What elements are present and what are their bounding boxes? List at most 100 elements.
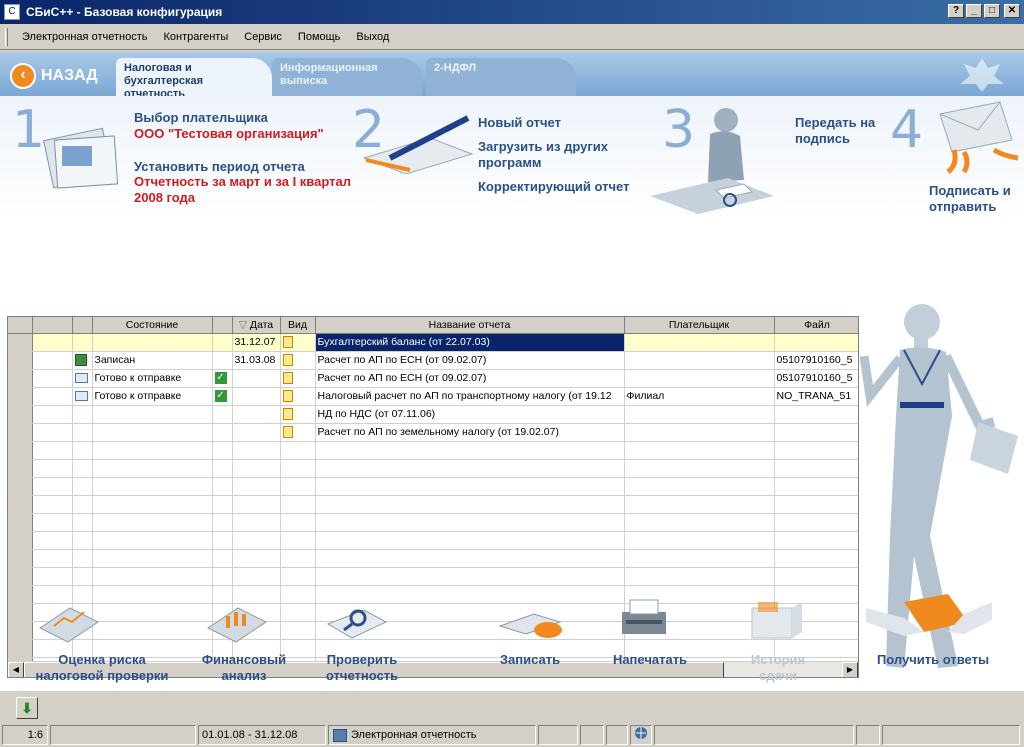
- maximize-button[interactable]: □: [984, 4, 1000, 18]
- tab-tax-accounting[interactable]: Налоговая и бухгалтерская отчетность: [116, 58, 272, 100]
- table-row[interactable]: НД по НДС (от 07.11.06): [8, 405, 858, 424]
- cell-empty: [624, 459, 775, 478]
- send-for-signature-link[interactable]: Передать на подпись: [795, 115, 885, 147]
- col-header-blank1[interactable]: [32, 317, 73, 334]
- col-header-flag[interactable]: [212, 317, 233, 334]
- row-selector[interactable]: [8, 567, 33, 586]
- risk-assessment-button[interactable]: Оценка риска налоговой проверки: [30, 652, 174, 684]
- table-row[interactable]: 31.12.07 Бухгалтерский баланс (от 22.07.0…: [8, 333, 858, 352]
- toolbar-grip[interactable]: [5, 28, 8, 46]
- back-button[interactable]: ‹ НАЗАД: [10, 62, 98, 90]
- financial-analysis-button[interactable]: Финансовый анализ: [196, 652, 292, 684]
- row-selector[interactable]: [8, 387, 33, 406]
- col-header-report-name[interactable]: Название отчета: [315, 317, 625, 334]
- table-row-empty[interactable]: [8, 441, 858, 460]
- cell-empty: [212, 513, 233, 532]
- cell-report-name[interactable]: НД по НДС (от 07.11.06): [315, 405, 625, 424]
- load-from-programs-link[interactable]: Загрузить из других программ: [478, 139, 628, 171]
- check-reports-button[interactable]: Проверить отчетность: [310, 652, 414, 684]
- select-payer-link[interactable]: Выбор плательщика: [134, 110, 268, 126]
- tab-2ndfl[interactable]: 2-НДФЛ: [426, 58, 576, 96]
- cell-status: Записан: [92, 351, 213, 370]
- get-responses-button[interactable]: Получить ответы: [872, 652, 994, 668]
- sign-and-send-link[interactable]: Подписать и отправить: [929, 183, 1019, 215]
- table-row[interactable]: Готово к отправке ✓ Налоговый расчет по АП…: [8, 387, 858, 406]
- submission-history-button[interactable]: История сдачи: [740, 652, 816, 684]
- minimize-button[interactable]: _: [966, 4, 982, 18]
- row-selector[interactable]: [8, 405, 33, 424]
- pen-paper-icon: [362, 115, 474, 174]
- cell-report-name[interactable]: Расчет по АП по земельному налогу (от 19…: [315, 423, 625, 442]
- table-row[interactable]: Расчет по АП по земельному налогу (от 19…: [8, 423, 858, 442]
- menu-help[interactable]: Помощь: [290, 31, 349, 43]
- scroll-left-button[interactable]: ◀: [8, 662, 24, 677]
- set-period-link[interactable]: Установить период отчета: [134, 159, 305, 175]
- row-selector[interactable]: [8, 549, 33, 568]
- menu-reporting[interactable]: Электронная отчетность: [14, 31, 155, 43]
- col-header-file[interactable]: Файл: [774, 317, 858, 334]
- help-button[interactable]: ?: [948, 4, 964, 18]
- row-selector[interactable]: [8, 351, 33, 370]
- menu-service[interactable]: Сервис: [236, 31, 290, 43]
- print-button[interactable]: Напечатать: [604, 652, 696, 668]
- row-selector[interactable]: [8, 639, 33, 658]
- table-row-empty[interactable]: [8, 603, 858, 622]
- row-selector[interactable]: [8, 585, 33, 604]
- table-row-empty[interactable]: [8, 567, 858, 586]
- cell-report-name[interactable]: Налоговый расчет по АП по транспортному …: [315, 387, 625, 406]
- row-selector[interactable]: [8, 459, 33, 478]
- col-header-rowsel[interactable]: [8, 317, 33, 334]
- cell-date: 31.03.08: [232, 351, 281, 370]
- table-row-empty[interactable]: [8, 531, 858, 550]
- row-selector[interactable]: [8, 603, 33, 622]
- row-selector[interactable]: [8, 369, 33, 388]
- table-row-empty[interactable]: [8, 513, 858, 532]
- cell-empty: [92, 495, 213, 514]
- table-row-empty[interactable]: [8, 621, 858, 640]
- menu-counterparties[interactable]: Контрагенты: [155, 31, 236, 43]
- cell-report-name[interactable]: Расчет по АП по ЕСН (от 09.02.07): [315, 351, 625, 370]
- cell-report-name[interactable]: Бухгалтерский баланс (от 22.07.03): [315, 333, 625, 352]
- save-button[interactable]: Записать: [492, 652, 568, 668]
- row-selector[interactable]: [8, 441, 33, 460]
- menu-exit[interactable]: Выход: [348, 31, 397, 43]
- col-header-date[interactable]: ▽ Дата: [232, 317, 281, 334]
- new-report-link[interactable]: Новый отчет: [478, 115, 561, 131]
- table-row-empty[interactable]: [8, 549, 858, 568]
- main-content: 1 Выбор плательщика ООО "Тестовая органи…: [0, 96, 1024, 690]
- cell-empty: [315, 531, 625, 550]
- table-row-empty[interactable]: [8, 585, 858, 604]
- menu-bar: Электронная отчетность Контрагенты Серви…: [0, 24, 1024, 50]
- table-row-empty[interactable]: [8, 477, 858, 496]
- correction-report-link[interactable]: Корректирующий отчет: [478, 179, 629, 195]
- col-header-status[interactable]: Состояние: [92, 317, 213, 334]
- table-row[interactable]: Готово к отправке ✓ Расчет по АП по ЕСН (о…: [8, 369, 858, 388]
- download-arrow-icon[interactable]: ⬇: [16, 697, 38, 719]
- scroll-right-button[interactable]: ▶: [842, 662, 858, 677]
- row-selector[interactable]: [8, 495, 33, 514]
- row-selector[interactable]: [8, 423, 33, 442]
- cell-type: [280, 333, 316, 352]
- close-button[interactable]: ✕: [1004, 4, 1020, 18]
- cell-type: [280, 405, 316, 424]
- table-row[interactable]: Записан 31.03.08 Расчет по АП по ЕСН (от 0…: [8, 351, 858, 370]
- row-selector[interactable]: [8, 513, 33, 532]
- cell-report-name[interactable]: Расчет по АП по ЕСН (от 09.02.07): [315, 369, 625, 388]
- payer-name[interactable]: ООО "Тестовая организация": [134, 126, 324, 142]
- reports-table[interactable]: Состояние ▽ Дата Вид Название отчета Пла…: [7, 316, 859, 678]
- app-icon[interactable]: С: [4, 4, 20, 20]
- col-header-date-label: Дата: [249, 318, 274, 331]
- row-selector[interactable]: [8, 621, 33, 640]
- col-header-blank2[interactable]: [72, 317, 93, 334]
- row-selector[interactable]: [8, 531, 33, 550]
- col-header-type[interactable]: Вид: [280, 317, 316, 334]
- cell-empty: [212, 549, 233, 568]
- row-selector[interactable]: [8, 333, 33, 352]
- row-selector[interactable]: [8, 477, 33, 496]
- table-row-empty[interactable]: [8, 459, 858, 478]
- col-header-payer[interactable]: Плательщик: [624, 317, 775, 334]
- status-empty-4: [606, 725, 628, 745]
- table-row-empty[interactable]: [8, 495, 858, 514]
- period-value[interactable]: Отчетность за март и за I квартал 2008 г…: [134, 174, 364, 206]
- tab-info-extract[interactable]: Информационная выписка: [272, 58, 422, 96]
